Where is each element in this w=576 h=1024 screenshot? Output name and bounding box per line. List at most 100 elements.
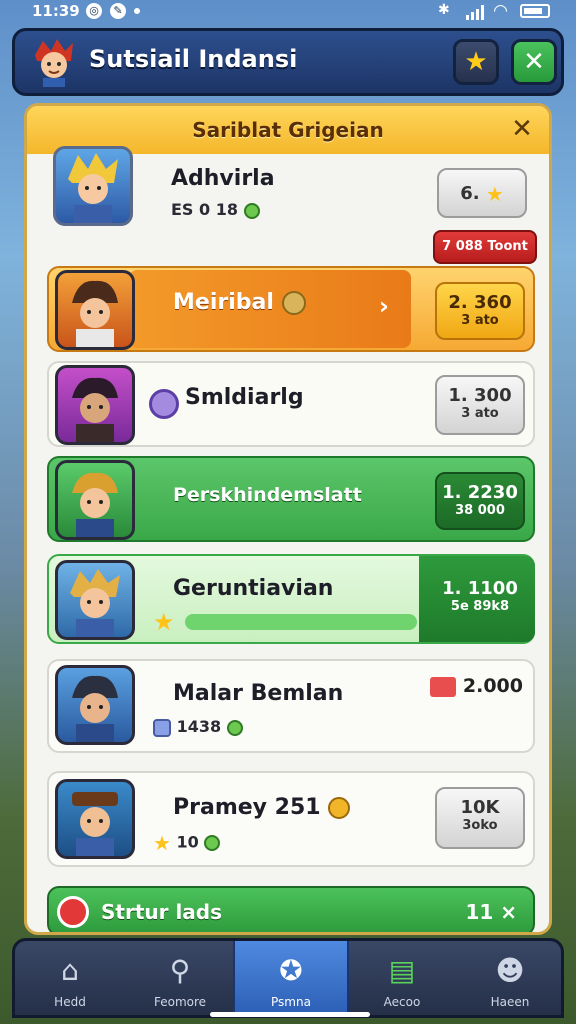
list-item[interactable]: Pramey 251 ★ 10 10K 3oko (47, 771, 535, 867)
gem-icon (243, 202, 260, 219)
nav-item-profile[interactable]: ☻ Haeen (455, 941, 565, 1015)
list-item[interactable]: Geruntiavian ★ 1. 1100 5e 89k8 (47, 554, 535, 644)
score-chip[interactable]: 10K 3oko (435, 787, 525, 849)
home-icon: ⌂ (61, 954, 79, 987)
player-meta: ★ 10 (153, 831, 221, 855)
panel-title: Sariblat Grigeian (192, 118, 384, 142)
reward-tag: 7 088 Toont (433, 230, 537, 264)
player-name: Geruntiavian (173, 576, 334, 601)
score-sub: 3oko (462, 818, 498, 833)
profile-icon: ☻ (495, 954, 525, 987)
player-stats: 10 (176, 832, 199, 852)
list-item[interactable]: Adhvirla ES 0 18 6. ★ (47, 146, 535, 226)
player-meta: ES 0 18 (171, 200, 260, 219)
close-icon: ✕ (511, 114, 533, 144)
score-text: 6. (460, 183, 480, 204)
score-chip[interactable]: 6. ★ (437, 168, 527, 218)
close-button[interactable]: ✕ (511, 39, 557, 85)
score-value: 1. 1100 (442, 578, 518, 599)
favorite-button[interactable]: ★ (453, 39, 499, 85)
score-value: 2. 360 (448, 292, 512, 313)
home-indicator[interactable] (210, 1012, 370, 1017)
panel-close-button[interactable]: ✕ (507, 114, 537, 144)
dot-icon (134, 8, 140, 14)
player-name: Meiribal (173, 290, 306, 315)
wifi-icon: ◠ (494, 1, 508, 21)
top-bar: Sutsiail Indansi ★ ✕ (12, 28, 564, 96)
score-chip[interactable]: 1. 300 3 ato (435, 375, 525, 435)
compass-icon: ✪ (279, 954, 303, 987)
player-meta: 1438 (153, 717, 243, 737)
rank-badge-icon (149, 389, 179, 419)
player-name: Perskhindemslatt (173, 484, 362, 506)
nav-item-cash[interactable]: ▤ Aecoo (347, 941, 457, 1015)
status-bar: 11:39 ◎ ✎ ✱ ◠ (0, 0, 576, 24)
signal-icon (466, 4, 488, 20)
score-chip[interactable]: 2. 360 3 ato (435, 282, 525, 340)
gem-icon (204, 835, 221, 851)
start-button[interactable]: Strtur lads 11 × (47, 886, 535, 932)
gem-icon (226, 719, 243, 736)
start-button-label: Strtur lads (101, 900, 223, 924)
coin-icon (328, 797, 351, 819)
target-icon (57, 896, 89, 928)
score-sub: 3 ato (461, 406, 499, 421)
player-name: Malar Bemlan (173, 681, 344, 706)
star-icon: ★ (153, 831, 171, 855)
score-sub: 38 000 (455, 503, 505, 518)
nav-label: Haeen (490, 995, 530, 1009)
status-time: 11:39 (32, 2, 80, 20)
hero-portrait (55, 779, 135, 859)
search-icon: ⚲ (169, 954, 191, 987)
player-stats: 1438 (176, 717, 222, 736)
chevron-right-icon[interactable]: › (379, 292, 389, 320)
player-name-text: Meiribal (173, 290, 274, 315)
nav-item-home[interactable]: ⌂ Hedd (15, 941, 125, 1015)
hero-portrait (55, 560, 135, 640)
player-name: Adhvirla (171, 166, 275, 191)
progress-bar (185, 614, 417, 630)
nav-label: Aecoo (383, 995, 421, 1009)
nav-label: Feomore (153, 995, 207, 1009)
flag-icon (430, 676, 457, 697)
page-title: Sutsiail Indansi (89, 45, 298, 73)
score-chip[interactable]: 2.000 (430, 675, 523, 697)
score-chip[interactable]: 1. 2230 38 000 (435, 472, 525, 530)
nav-item-compass[interactable]: ✪ Psmna (233, 941, 349, 1015)
hero-portrait (55, 665, 135, 745)
star-icon: ★ (153, 608, 175, 636)
score-value: 2.000 (462, 675, 523, 697)
score-chip[interactable]: 1. 1100 5e 89k8 (435, 570, 525, 628)
start-button-count: 11 × (465, 900, 517, 924)
nav-label: Psmna (271, 995, 311, 1009)
score-sub: 3 ato (461, 313, 499, 328)
close-icon: ✕ (523, 47, 545, 77)
battery-icon (520, 4, 550, 18)
notification-icon: ✎ (110, 3, 126, 19)
hero-portrait (53, 146, 133, 226)
shield-icon (153, 718, 171, 737)
star-icon: ★ (485, 182, 504, 206)
list-item[interactable]: Perskhindemslatt 1. 2230 38 000 (47, 456, 535, 542)
player-stats: ES 0 18 (171, 200, 238, 219)
score-value: 1. 2230 (442, 482, 518, 503)
leaderboard-panel: Sariblat Grigeian ✕ Adhvirla ES 0 18 6. … (24, 103, 552, 935)
score-value: 10K (460, 797, 500, 818)
score-value: 6. ★ (439, 170, 525, 206)
cash-icon: ▤ (388, 954, 416, 987)
list-item[interactable]: Smldiarlg 1. 300 3 ato (47, 361, 535, 447)
hero-portrait (55, 365, 135, 445)
notification-icon: ◎ (86, 3, 102, 19)
bluetooth-icon: ✱ (438, 2, 450, 18)
coin-icon (281, 291, 306, 315)
nav-label: Hedd (54, 995, 86, 1009)
score-value: 1. 300 (448, 385, 512, 406)
player-name-text: Pramey 251 (173, 795, 321, 820)
player-name: Smldiarlg (185, 385, 304, 410)
list-item[interactable]: Meiribal › 2. 360 3 ato (47, 266, 535, 352)
avatar[interactable] (29, 37, 79, 87)
hero-portrait (55, 460, 135, 540)
nav-item-search[interactable]: ⚲ Feomore (125, 941, 235, 1015)
star-icon: ★ (464, 47, 488, 77)
list-item[interactable]: Malar Bemlan 1438 2.000 (47, 659, 535, 753)
